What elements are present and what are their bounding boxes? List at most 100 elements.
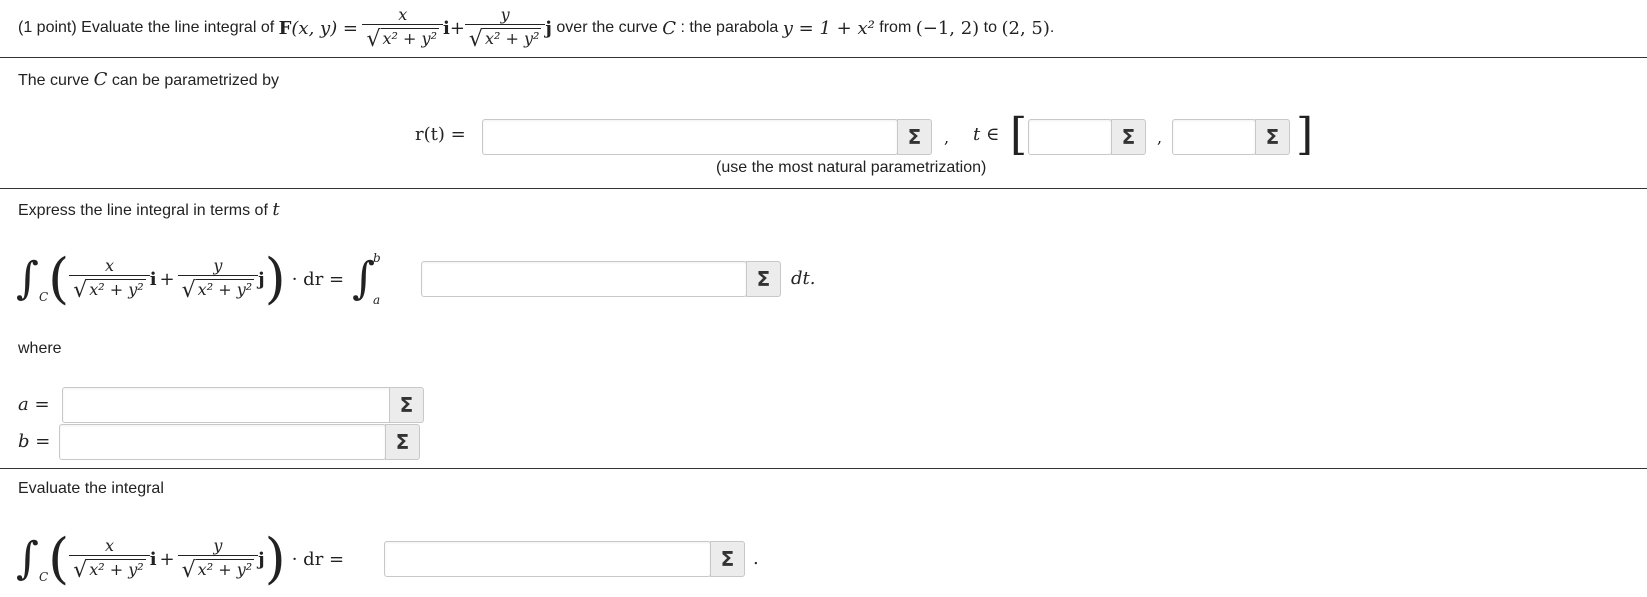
to-word: to [983,19,998,36]
divider [0,188,1647,189]
section1-intro: The curve C can be parametrized by [18,69,279,90]
section2-text: Express the line integral in terms of [18,202,268,219]
final-integral-expression: ∫ C ( x √ x² + y² i + y √ x² + y² j ) · dr = [16,526,344,592]
r-input[interactable] [482,119,898,155]
sqrt-symbol: √ [181,557,196,583]
problem-intro: Evaluate the line integral of [81,19,275,36]
section2-t: t [272,199,280,220]
sigma-button[interactable]: Σ [746,261,781,297]
section1-text-before: The curve [18,72,90,89]
sqrt-body: x² + y² [195,558,255,579]
lower-limit: a [373,293,381,307]
unit-j: j [545,17,552,39]
sigma-icon: Σ [756,267,771,291]
fraction-y-numerator: y [213,535,223,555]
left-paren: ( [48,527,70,590]
sigma-icon: Σ [1265,125,1280,149]
unit-i: i [442,17,450,39]
divider [0,468,1647,469]
fraction-x-denominator: √ x² + y² [362,23,443,52]
left-bracket: [ [1010,109,1028,160]
fraction-x-numerator: x [104,255,114,275]
unit-i: i [149,268,157,290]
sqrt-body: x² + y² [87,558,146,579]
dot-dr: · dr = [291,548,345,570]
sigma-icon: Σ [1121,125,1136,149]
plus-sign: + [449,17,465,39]
parametrization-hint: (use the most natural parametrization) [716,159,987,176]
fraction-x-numerator: x [104,535,114,555]
fraction-y-denominator: √ x² + y² [177,554,259,583]
parabola-equation: y = 1 + x² [782,17,875,39]
unit-i: i [149,548,157,570]
sigma-button[interactable]: Σ [385,424,420,460]
comma-2: , [1157,128,1163,147]
fraction-y: y √ x² + y² [177,535,259,583]
fraction-y: y √ x² + y² [177,255,259,303]
t-end-input[interactable] [1172,119,1256,155]
fraction-x-denominator: √ x² + y² [69,274,150,303]
period: . [1049,19,1055,36]
r-label: r(t) = [415,124,466,145]
integral-sign: ∫ [16,253,39,304]
sigma-button[interactable]: Σ [710,541,745,577]
section3-intro: Evaluate the integral [18,480,164,497]
sqrt-symbol: √ [468,26,483,52]
left-paren: ( [48,247,70,310]
sqrt-symbol: √ [366,26,381,52]
where-label: where [18,340,62,357]
problem-statement: (1 point) Evaluate the line integral of … [18,0,1054,56]
from-word: from [879,19,912,36]
integral-subscript: C [38,570,49,584]
b-input[interactable] [59,424,386,460]
sqrt-symbol: √ [73,557,88,583]
right-bracket: ] [1296,109,1314,160]
t-in-label: t ∈ [973,124,1000,145]
dt-label: dt. [791,268,816,289]
t-start-input[interactable] [1028,119,1112,155]
sqrt-body: x² + y² [482,27,542,48]
divider [0,57,1647,58]
sqrt-body: x² + y² [87,278,146,299]
fraction-x: x √ x² + y² [362,5,443,52]
sigma-button[interactable]: Σ [1111,119,1146,155]
a-input[interactable] [62,387,391,423]
fraction-y: y √ x² + y² [464,5,546,52]
integral-subscript: C [38,290,49,304]
final-period: . [753,548,759,569]
curve-name: C [662,17,677,39]
section1-curve-name: C [93,69,108,90]
right-paren: ) [264,527,286,590]
fraction-x: x √ x² + y² [69,256,150,303]
result-input[interactable] [384,541,711,577]
sqrt-body: x² + y² [195,278,255,299]
sigma-icon: Σ [395,430,410,454]
comma-1: , [944,128,950,147]
right-paren: ) [264,247,286,310]
integral-limits: b a [373,251,381,307]
sqrt-body: x² + y² [380,27,439,48]
sqrt-symbol: √ [181,277,196,303]
fraction-y-denominator: √ x² + y² [464,23,546,52]
sigma-button[interactable]: Σ [897,119,932,155]
sigma-button[interactable]: Σ [1255,119,1290,155]
over-text: over the curve [556,19,658,36]
sigma-button[interactable]: Σ [389,387,424,423]
fraction-y-denominator: √ x² + y² [177,274,259,303]
line-integral-expression: ∫ C ( x √ x² + y² i + y √ x² + y² j ) · dr =… [16,246,381,312]
plus-sign: + [159,268,175,290]
field-args: (x, y) = [291,17,359,39]
fraction-x-numerator: x [398,4,408,24]
start-point: (−1, 2) [915,17,980,39]
field-name: F [278,17,292,39]
sigma-icon: Σ [907,125,922,149]
fraction-y-numerator: y [213,255,223,275]
problem-points: (1 point) [18,19,77,36]
integrand-input[interactable] [421,261,747,297]
upper-limit: b [373,251,381,265]
section1-text-after: can be parametrized by [111,72,280,89]
fraction-x-denominator: √ x² + y² [69,554,150,583]
dot-dr: · dr = [291,268,345,290]
definite-integral-sign: ∫ [352,253,376,304]
sigma-icon: Σ [399,393,414,417]
